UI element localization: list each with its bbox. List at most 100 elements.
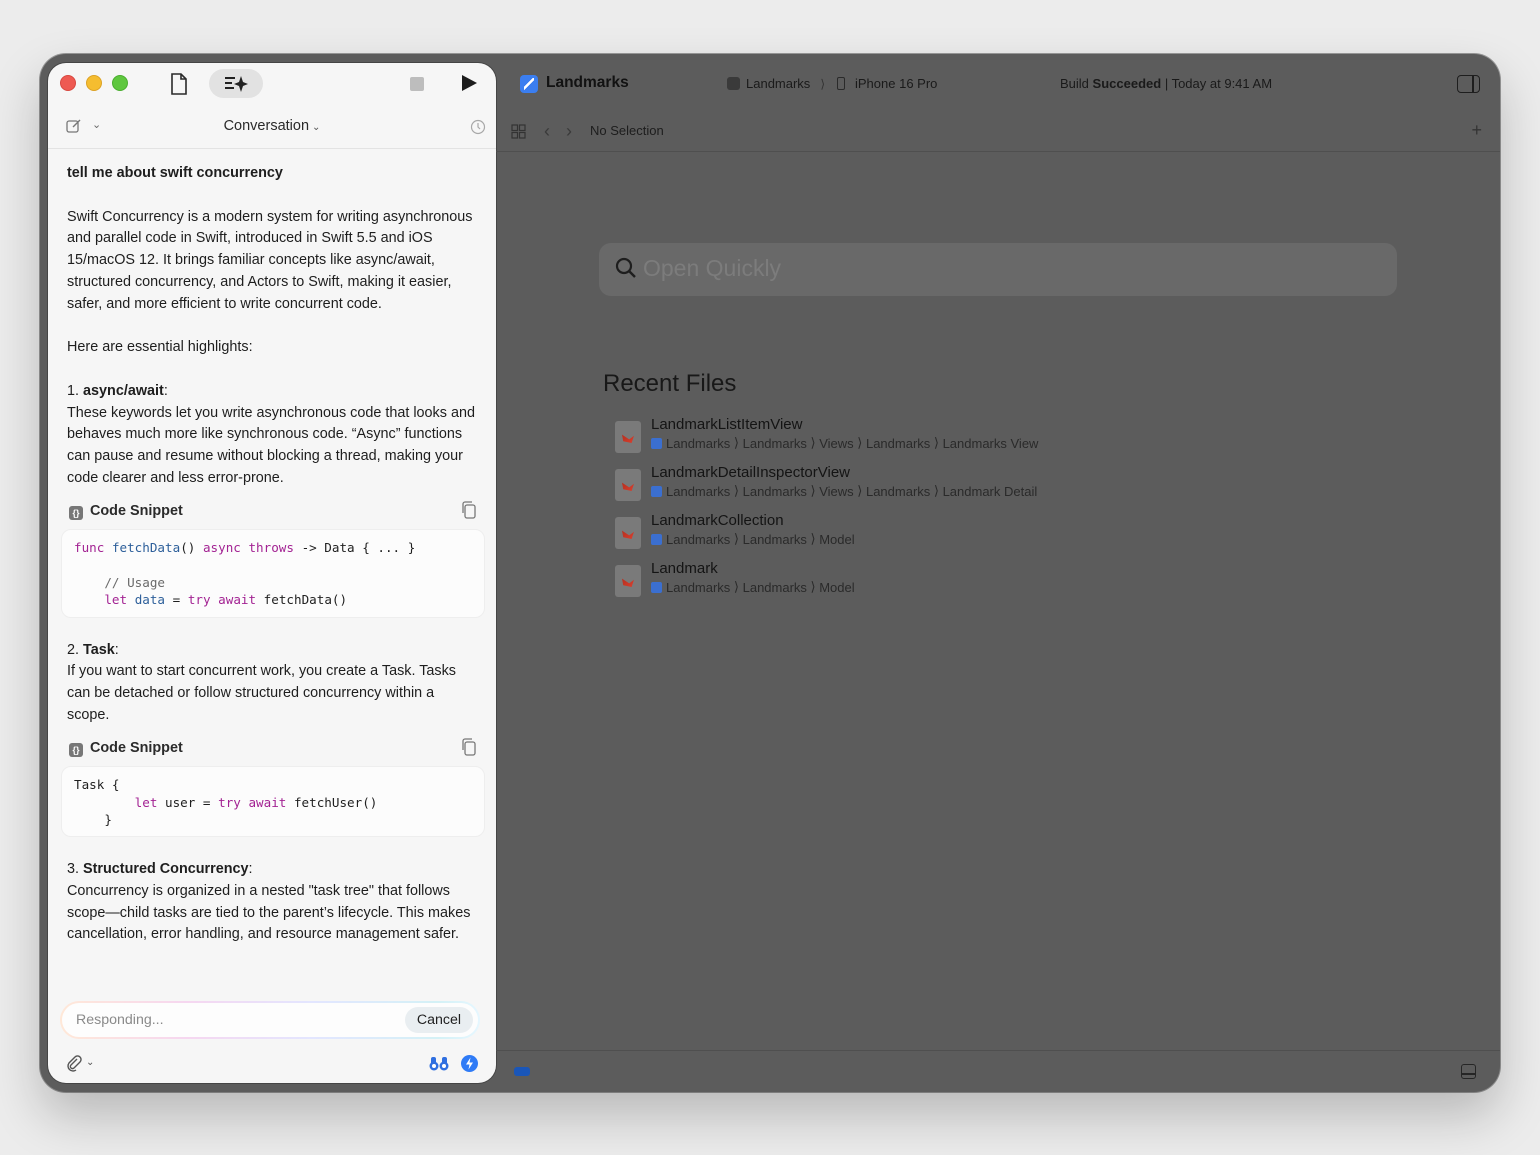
debug-bar (496, 1050, 1500, 1092)
project-icon (651, 581, 662, 593)
code-token: data (134, 592, 166, 608)
project-icon (651, 437, 662, 449)
chevron-left-icon[interactable]: ‹ (544, 121, 550, 142)
search-icon (615, 257, 637, 284)
chevron-right-icon: ⟩ (820, 76, 825, 91)
project-title[interactable]: Landmarks (546, 74, 629, 92)
section-body: If you want to start concurrent work, yo… (67, 663, 456, 723)
project-icon (651, 533, 662, 545)
section-body: Concurrency is organized in a nested "ta… (67, 883, 471, 943)
code-comment: // Usage (104, 575, 166, 591)
zoom-window-button[interactable] (112, 75, 128, 91)
prompt-field[interactable]: Responding... Cancel (62, 1003, 478, 1037)
response-highlights: Here are essential highlights: (67, 339, 253, 356)
code-snippet-header: {} Code Snippet (69, 501, 477, 527)
code-token: = (172, 592, 181, 608)
minimize-window-button[interactable] (86, 75, 102, 91)
scheme-name: Landmarks (746, 76, 811, 91)
prompt-field-glow: Responding... Cancel (60, 1001, 480, 1039)
code-snippet-header: {} Code Snippet (69, 738, 477, 764)
responding-status: Responding... (76, 1012, 164, 1028)
run-play-icon[interactable] (462, 75, 477, 91)
path-component: Landmarks (865, 435, 931, 451)
path-component: Views (819, 435, 854, 451)
swift-file-icon (615, 517, 641, 549)
recent-file-item[interactable]: LandmarkDetailInspectorView Landmarks ⟩ … (615, 464, 1215, 508)
scheme-icon (727, 77, 740, 90)
conversation-transcript: tell me about swift concurrency Swift Co… (48, 149, 496, 1083)
navigator-document-icon[interactable] (168, 72, 190, 96)
path-component: Model (819, 531, 855, 547)
response-intro: Swift Concurrency is a modern system for… (67, 208, 473, 312)
section-number: 2. (67, 641, 80, 658)
open-quickly-placeholder: Open Quickly (643, 255, 782, 281)
conversation-menu[interactable]: Conversation ⌄ (48, 118, 496, 134)
code-token: try (218, 794, 241, 810)
coding-intelligence-button[interactable] (209, 69, 263, 98)
section-title: Structured Concurrency (83, 861, 249, 878)
code-token: throws (248, 540, 294, 556)
code-block[interactable]: Task { let user = try await fetchUser() … (61, 766, 485, 838)
code-token: async (202, 540, 241, 556)
section-heading: 2. Task: (67, 641, 119, 658)
code-token: } (104, 812, 112, 828)
recent-file-name: Landmark (651, 560, 718, 577)
paperclip-icon[interactable] (66, 1054, 82, 1077)
code-snippet-icon: {} (69, 743, 83, 758)
history-icon[interactable] (470, 119, 486, 140)
grid-icon[interactable] (511, 124, 526, 144)
conversation-title: Conversation (223, 118, 310, 134)
iphone-icon (837, 77, 845, 90)
scheme-selector[interactable]: Landmarks ⟩ iPhone 16 Pro (727, 76, 937, 91)
copy-icon[interactable] (461, 738, 477, 764)
cancel-button[interactable]: Cancel (404, 1007, 473, 1033)
section-number: 1. (67, 382, 80, 399)
recent-file-item[interactable]: LandmarkListItemView Landmarks ⟩ Landmar… (615, 416, 1215, 460)
recent-file-name: LandmarkListItemView (651, 416, 803, 433)
xcode-toolbar: Landmarks Landmarks ⟩ iPhone 16 Pro Buil… (496, 54, 1500, 116)
recent-files-title: Recent Files (603, 370, 737, 397)
path-component: Landmarks (865, 483, 931, 499)
intelligence-chat-panel: ⌄ Conversation ⌄ tell me about swift conc… (48, 63, 496, 1083)
code-token: func (74, 540, 105, 556)
code-token: let (104, 592, 128, 608)
add-tab-icon[interactable]: + (1471, 120, 1482, 141)
path-component: Landmarks (742, 579, 807, 595)
code-token: try (187, 592, 211, 608)
bolt-icon[interactable] (461, 1055, 478, 1072)
inspector-toggle-icon[interactable] (1457, 75, 1480, 93)
conversation-header: ⌄ Conversation ⌄ (48, 105, 496, 149)
breakpoint-icon[interactable] (514, 1067, 530, 1076)
code-token: user = (165, 794, 211, 810)
copy-icon[interactable] (461, 501, 477, 527)
recent-file-item[interactable]: Landmark Landmarks ⟩ Landmarks ⟩ Model (615, 560, 1215, 604)
code-snippet-label: Code Snippet (90, 503, 183, 520)
build-time: | Today at 9:41 AM (1164, 76, 1273, 91)
recent-file-path: Landmarks ⟩ Landmarks ⟩ Model (651, 579, 855, 595)
path-component: Views (819, 483, 854, 499)
swift-file-icon (615, 469, 641, 501)
sparkle-icon (225, 76, 248, 92)
recent-file-item[interactable]: LandmarkCollection Landmarks ⟩ Landmarks… (615, 512, 1215, 556)
run-destination: iPhone 16 Pro (855, 76, 938, 91)
code-token: fetchUser() (293, 794, 378, 810)
code-block[interactable]: func fetchData() async throws -> Data { … (61, 529, 485, 618)
recent-file-path: Landmarks ⟩ Landmarks ⟩ Model (651, 531, 855, 547)
recent-file-path: Landmarks ⟩ Landmarks ⟩ Views ⟩ Landmark… (651, 435, 1038, 451)
path-component: Landmarks View (942, 435, 1039, 451)
chevron-down-icon[interactable]: ⌄ (86, 1057, 94, 1068)
path-component: Landmark Detail (942, 483, 1038, 499)
build-prefix: Build (1060, 76, 1089, 91)
section-title: Task (83, 641, 115, 658)
stop-icon[interactable] (410, 77, 424, 91)
path-component: Landmarks (742, 531, 807, 547)
path-component: Landmarks (742, 435, 807, 451)
chevron-right-icon[interactable]: › (566, 121, 572, 142)
code-token: fetchData (111, 540, 181, 556)
binoculars-icon[interactable] (428, 1055, 450, 1077)
jump-bar-selection[interactable]: No Selection (590, 123, 664, 138)
open-quickly-field[interactable]: Open Quickly (599, 243, 1397, 296)
code-token: -> Data { ... } (301, 540, 416, 556)
close-window-button[interactable] (60, 75, 76, 91)
console-toggle-icon[interactable] (1461, 1064, 1476, 1079)
